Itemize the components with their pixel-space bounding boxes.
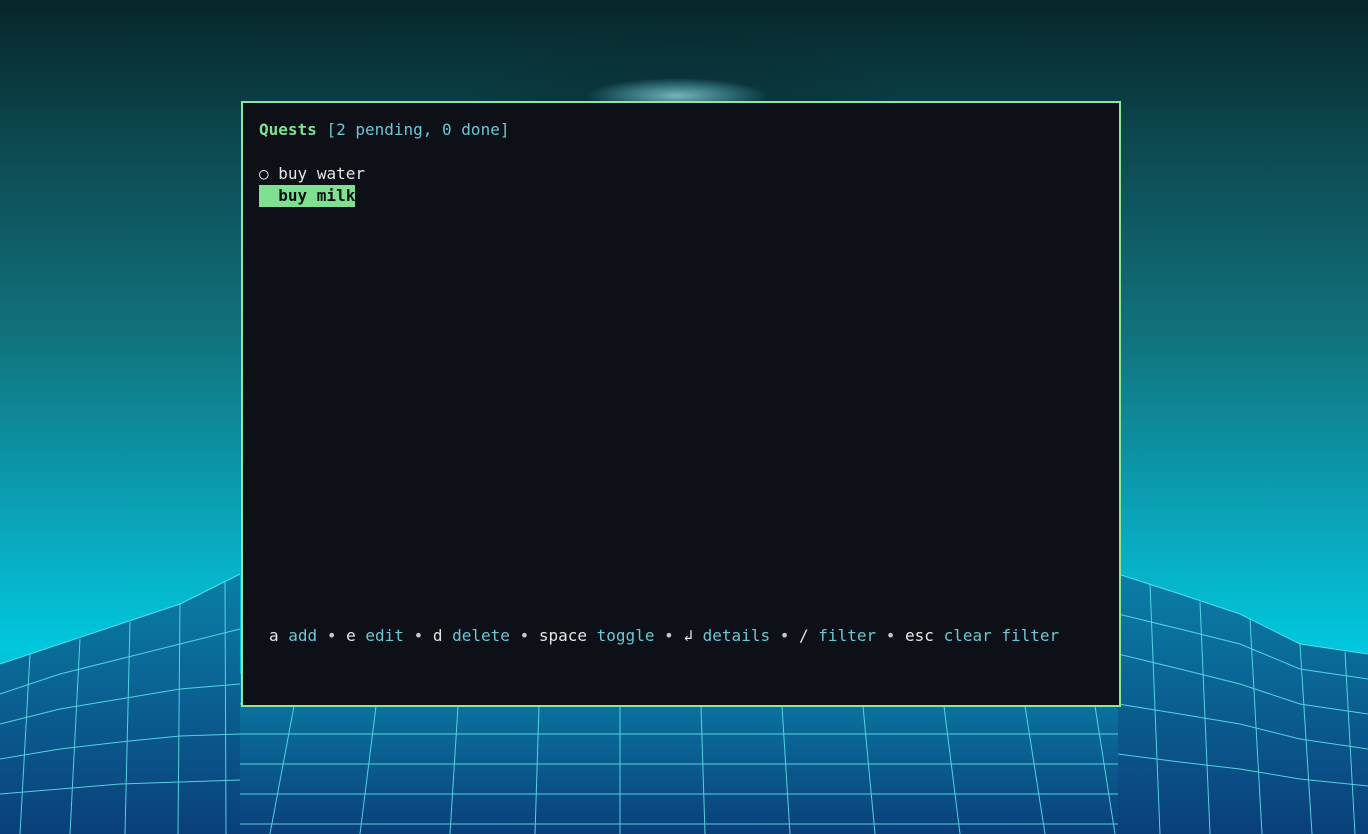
help-action-edit: edit (365, 626, 404, 645)
help-separator: • (664, 626, 674, 645)
help-action-details: details (702, 626, 771, 645)
help-separator: • (885, 626, 896, 645)
list-title: Quests (259, 120, 317, 139)
desktop-wallpaper: Quests [2 pending, 0 done] ○ buy water b… (0, 0, 1368, 834)
help-action-filter: filter (818, 626, 877, 645)
quest-label: buy milk (278, 186, 356, 205)
help-action-toggle: toggle (596, 626, 655, 645)
keybinding-help-bar: a add • e edit • d delete • space toggle… (269, 625, 1059, 647)
help-key-clear-filter: esc (905, 626, 934, 645)
help-key-filter: / (799, 626, 809, 645)
help-action-clear-filter: clear filter (943, 626, 1060, 645)
quest-item-selected[interactable]: buy milk (259, 185, 356, 207)
terminal-window[interactable]: Quests [2 pending, 0 done] ○ buy water b… (241, 101, 1121, 707)
quest-list-header: Quests [2 pending, 0 done] (259, 119, 509, 141)
quest-label: buy water (278, 164, 365, 183)
quest-item[interactable]: ○ buy water (259, 163, 365, 185)
help-separator: • (519, 626, 530, 645)
help-action-add: add (288, 626, 318, 645)
pending-done-count: [2 pending, 0 done] (326, 120, 510, 139)
help-key-toggle: space (538, 626, 588, 645)
help-separator: • (326, 626, 337, 645)
help-action-delete: delete (452, 626, 510, 645)
enter-icon: ↲ (683, 626, 694, 645)
help-separator: • (779, 626, 790, 645)
help-key-edit: e (346, 626, 356, 645)
help-separator: • (413, 626, 424, 645)
circle-outline-icon: ○ (259, 164, 269, 183)
help-key-add: a (269, 626, 279, 645)
help-key-delete: d (432, 626, 443, 645)
